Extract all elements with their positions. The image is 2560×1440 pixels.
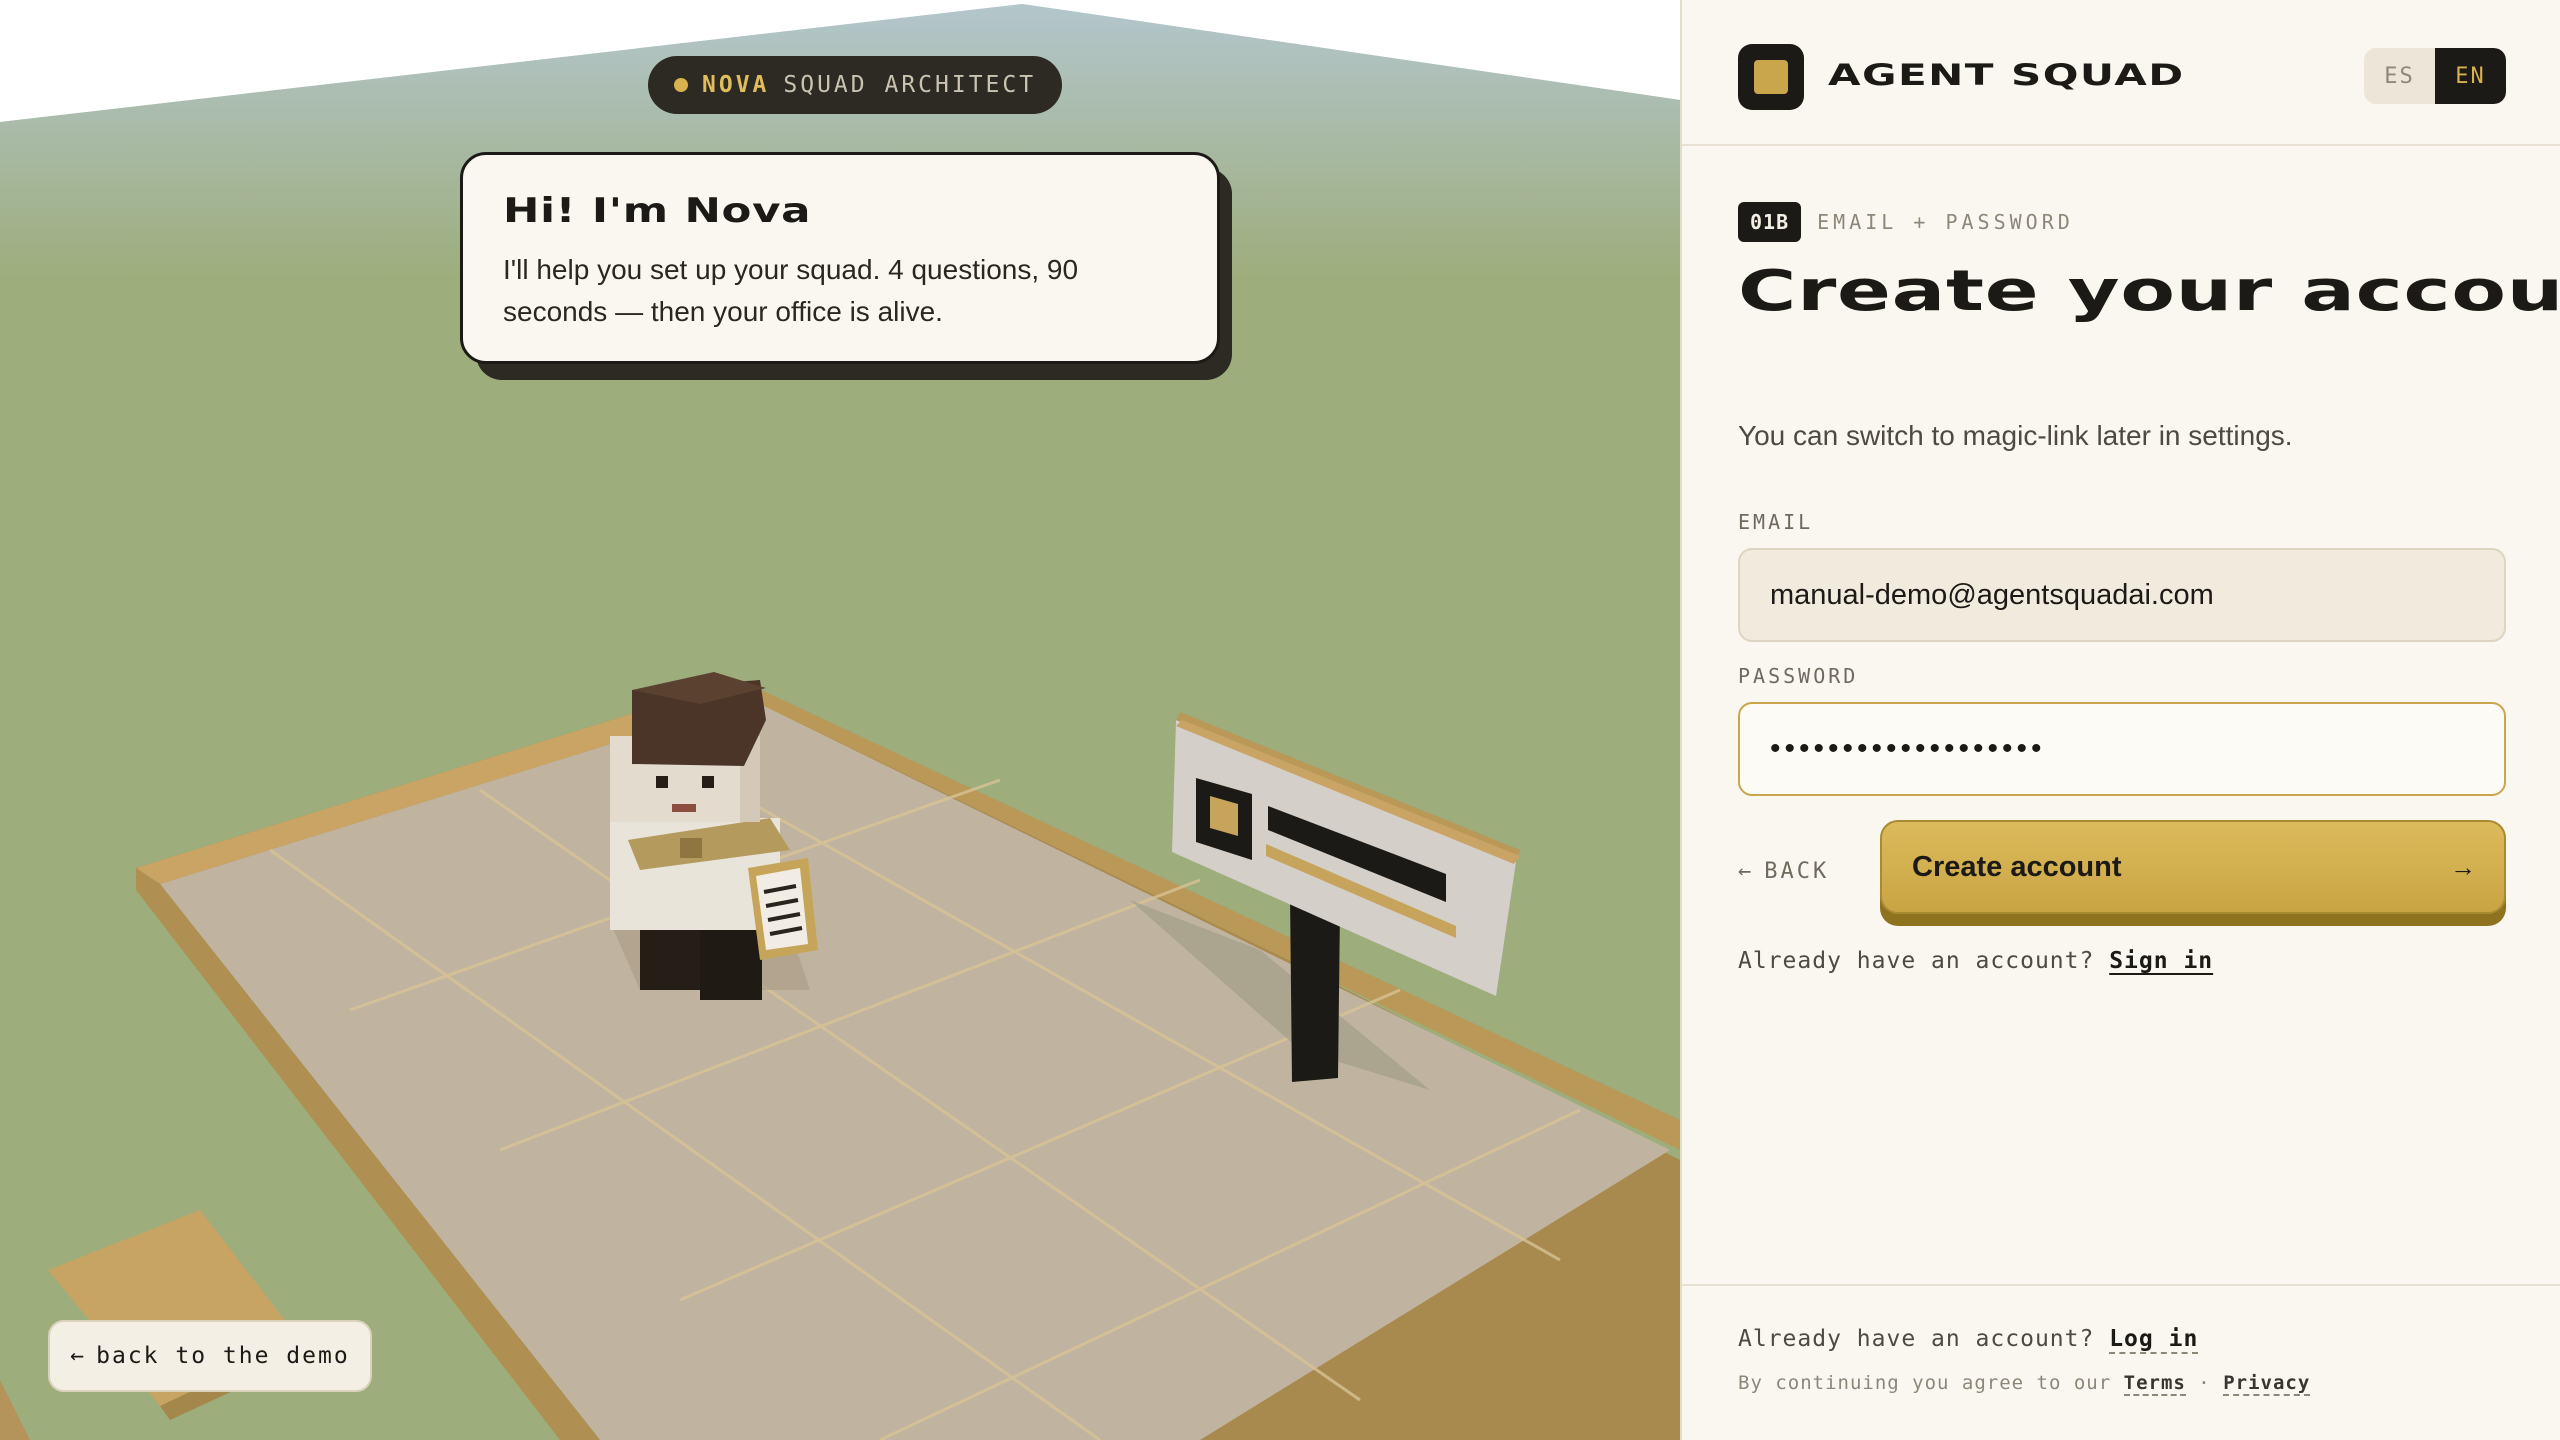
agent-badge: NOVA SQUAD ARCHITECT [648,56,1063,114]
bubble-title: Hi! I'm Nova [503,191,812,231]
legal-separator: · [2198,1372,2211,1394]
agent-name: NOVA [702,72,770,98]
back-label: BACK [1764,858,1830,884]
back-button[interactable]: ← BACK [1738,846,1858,896]
speech-bubble: Hi! I'm Nova I'll help you set up your s… [460,152,1220,364]
language-switch: ES EN [2364,48,2506,104]
step-label: EMAIL + PASSWORD [1817,210,2074,234]
step-number: 01B [1738,202,1802,242]
password-field[interactable]: ••••••••••••••••••• [1738,702,2506,796]
office-3d-scene[interactable]: NOVA SQUAD ARCHITECT Hi! I'm Nova I'll h… [0,0,1680,1440]
lang-es-button[interactable]: ES [2364,48,2435,104]
panel-header: AGENT SQUAD ES EN [1682,0,2560,146]
login-prompt-text: Already have an account? [1738,1326,2095,1352]
bubble-text: I'll help you set up your squad. 4 quest… [503,254,1079,327]
logo-icon [1738,44,1804,110]
privacy-link[interactable]: Privacy [2223,1372,2311,1396]
create-account-label: Create account [1912,850,2122,883]
agent-role: SQUAD ARCHITECT [783,72,1037,98]
sign-in-prompt: Already have an account? Sign in [1738,948,2213,974]
page-subtitle: You can switch to magic-link later in se… [1738,420,2293,451]
login-prompt: Already have an account? Log in [1738,1326,2199,1354]
create-account-button[interactable]: Create account → [1880,820,2506,914]
signup-panel: AGENT SQUAD ES EN 01B EMAIL + PASSWORD C… [1680,0,2560,1440]
sign-in-prompt-text: Already have an account? [1738,948,2095,974]
email-field[interactable]: manual-demo@agentsquadai.com [1738,548,2506,642]
legal-text: By continuing you agree to our [1738,1372,2112,1394]
panel-footer: Already have an account? Log in By conti… [1682,1284,2560,1440]
email-label: EMAIL [1738,510,1814,534]
arrow-left-icon: ← [1738,858,1755,884]
log-in-link[interactable]: Log in [2109,1326,2199,1354]
legal-notice: By continuing you agree to our Terms · P… [1738,1372,2311,1396]
arrow-left-icon: ← [70,1343,87,1369]
brand-name: AGENT SQUAD [1828,58,2185,92]
sign-in-link[interactable]: Sign in [2109,948,2213,974]
password-label: PASSWORD [1738,664,1859,688]
step-indicator: 01B EMAIL + PASSWORD [1738,202,2074,242]
back-to-demo-button[interactable]: ← back to the demo [48,1320,372,1392]
arrow-right-icon: → [2450,851,2476,882]
back-to-demo-label: back to the demo [96,1343,350,1369]
status-dot [674,78,688,92]
lang-en-button[interactable]: EN [2435,48,2506,104]
terms-link[interactable]: Terms [2123,1372,2186,1396]
page-title: Create your account [1738,259,2560,324]
